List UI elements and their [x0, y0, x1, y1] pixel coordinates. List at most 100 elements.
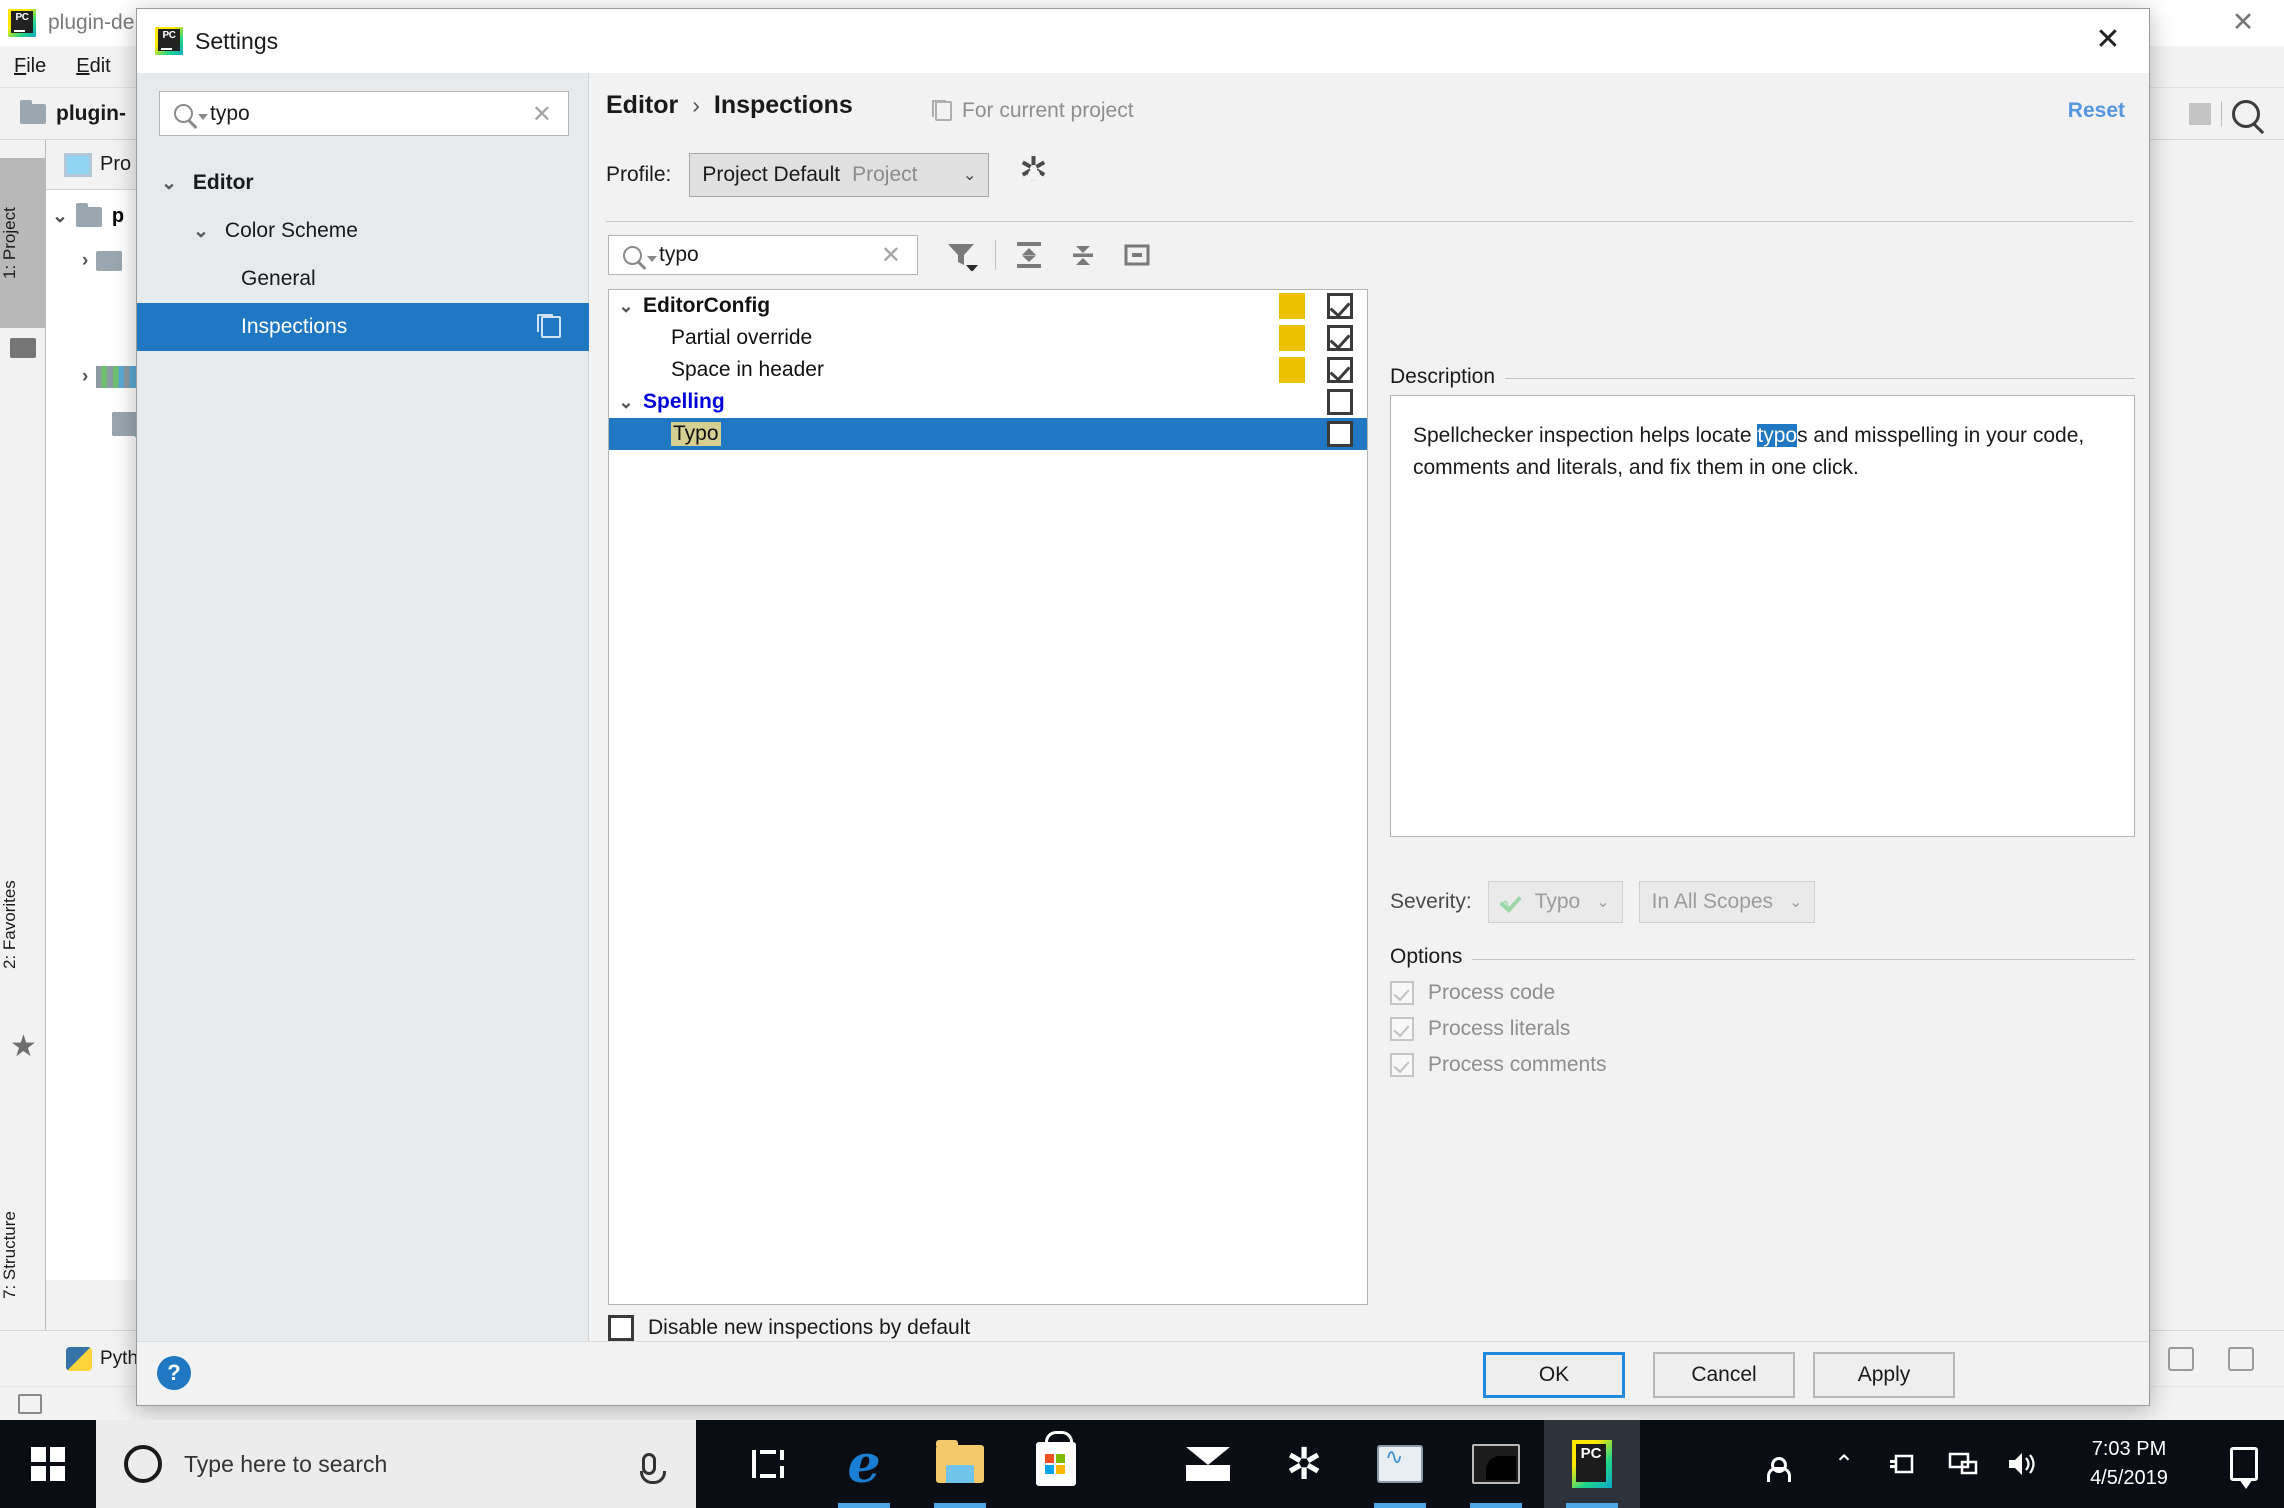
enable-checkbox[interactable]: [1327, 325, 1353, 351]
system-monitor-icon[interactable]: [1352, 1420, 1448, 1508]
chevron-down-icon[interactable]: ⌄: [963, 165, 976, 185]
enable-checkbox[interactable]: [1327, 357, 1353, 383]
enable-checkbox[interactable]: [1327, 293, 1353, 319]
profile-select-scope: Project: [852, 163, 918, 186]
search-dropdown-caret-icon[interactable]: [198, 114, 208, 120]
menu-edit[interactable]: Edit: [76, 55, 110, 78]
sidebar-item-structure[interactable]: 7: Structure: [0, 1160, 46, 1350]
ide-window-title: plugin-de: [48, 11, 135, 34]
close-icon[interactable]: ✕: [2081, 17, 2135, 63]
gear-icon[interactable]: [1019, 150, 1049, 190]
taskbar-search-input[interactable]: Type here to search: [96, 1420, 696, 1508]
mail-icon[interactable]: [1160, 1420, 1256, 1508]
settings-search-input[interactable]: typo ✕: [159, 91, 569, 136]
reset-to-empty-icon[interactable]: [1110, 233, 1164, 277]
search-everywhere-icon[interactable]: [2232, 100, 2260, 128]
microphone-icon[interactable]: [640, 1453, 666, 1484]
inspections-tree[interactable]: ⌄ EditorConfig Partial override Space in…: [608, 289, 1368, 1305]
sidebar-item-favorites[interactable]: 2: Favorites: [0, 830, 46, 1020]
statusbar-interpreter[interactable]: Pyth: [100, 1348, 138, 1370]
sidebar-item-label: Editor: [192, 171, 254, 194]
power-plug-icon[interactable]: [1874, 1420, 1934, 1508]
pycharm-icon[interactable]: [1544, 1420, 1640, 1508]
sidebar-item-color-scheme[interactable]: ⌄ Color Scheme: [137, 207, 589, 255]
filter-icon[interactable]: [935, 233, 989, 277]
action-center-icon[interactable]: [2204, 1420, 2284, 1508]
table-row[interactable]: ⌄ Spelling: [609, 386, 1367, 418]
layout-icon[interactable]: [2228, 1346, 2254, 1371]
apply-button[interactable]: Apply: [1813, 1352, 1955, 1398]
navbar-project-name[interactable]: plugin-: [56, 102, 126, 126]
table-row[interactable]: Space in header: [609, 354, 1367, 386]
project-tab-label[interactable]: Pro: [100, 153, 131, 176]
terminal-tab-icon[interactable]: [18, 1393, 42, 1414]
project-tree-root[interactable]: ⌄ p: [52, 202, 124, 228]
sidebar-item-editor[interactable]: ⌄ Editor: [137, 159, 589, 207]
for-current-project-badge: For current project: [932, 99, 1134, 123]
sidebar-item-project[interactable]: 1: Project: [0, 158, 46, 328]
sidebar-item-general[interactable]: General: [137, 255, 589, 303]
severity-select[interactable]: Typo ⌄: [1487, 881, 1623, 923]
collapse-all-icon[interactable]: [1056, 233, 1110, 277]
chevron-right-icon[interactable]: ›: [82, 366, 88, 388]
disable-new-inspections-row[interactable]: Disable new inspections by default: [608, 1315, 970, 1341]
task-view-icon[interactable]: [720, 1420, 816, 1508]
enable-checkbox[interactable]: [1327, 389, 1353, 415]
lock-icon[interactable]: [2168, 1346, 2194, 1371]
chevron-down-icon[interactable]: ⌄: [609, 392, 643, 413]
chevron-down-icon[interactable]: ⌄: [1596, 892, 1609, 912]
chevron-down-icon[interactable]: ⌄: [609, 296, 643, 317]
menu-file[interactable]: File: [14, 55, 46, 78]
enable-checkbox[interactable]: [1327, 421, 1353, 447]
scope-select[interactable]: In All Scopes ⌄: [1638, 881, 1816, 923]
network-icon[interactable]: [1934, 1420, 1994, 1508]
table-row[interactable]: Partial override: [609, 322, 1367, 354]
sidebar-item-inspections[interactable]: Inspections: [137, 303, 589, 351]
chevron-down-icon[interactable]: ⌄: [193, 220, 209, 243]
start-button[interactable]: [0, 1420, 96, 1508]
cancel-button[interactable]: Cancel: [1653, 1352, 1795, 1398]
pycharm-glyph: [1572, 1440, 1612, 1488]
show-hidden-icons-chevron-icon[interactable]: ⌃: [1814, 1420, 1874, 1508]
copy-icon[interactable]: [537, 314, 561, 338]
table-row[interactable]: Typo: [609, 418, 1367, 450]
terminal-icon[interactable]: [1448, 1420, 1544, 1508]
table-row[interactable]: ⌄ EditorConfig: [609, 290, 1367, 322]
folder-icon: [20, 99, 46, 124]
clock[interactable]: 7:03 PM 4/5/2019: [2054, 1435, 2204, 1493]
option-process-comments[interactable]: Process comments: [1390, 1053, 1607, 1077]
microsoft-store-icon[interactable]: [1008, 1420, 1104, 1508]
edge-icon[interactable]: e: [816, 1420, 912, 1508]
help-button[interactable]: ?: [157, 1356, 191, 1390]
search-dropdown-caret-icon[interactable]: [647, 255, 657, 262]
project-tree-child[interactable]: ›: [82, 250, 123, 272]
people-icon[interactable]: [1754, 1420, 1814, 1508]
reset-link[interactable]: Reset: [2068, 99, 2125, 123]
disable-new-inspections-checkbox[interactable]: [608, 1315, 634, 1341]
chevron-down-icon[interactable]: ⌄: [52, 205, 68, 228]
settings-icon[interactable]: ✲: [1256, 1420, 1352, 1508]
breadcrumb-parent[interactable]: Editor: [606, 91, 678, 120]
severity-swatch[interactable]: [1279, 293, 1305, 319]
option-checkbox[interactable]: [1390, 981, 1414, 1005]
chevron-down-icon[interactable]: ⌄: [1789, 892, 1802, 912]
option-checkbox[interactable]: [1390, 1053, 1414, 1077]
volume-icon[interactable]: [1994, 1420, 2054, 1508]
inspection-search-input[interactable]: typo ✕: [608, 235, 918, 275]
ide-close-icon[interactable]: ✕: [2220, 8, 2266, 38]
option-process-code[interactable]: Process code: [1390, 981, 1555, 1005]
stop-icon[interactable]: [2189, 103, 2211, 125]
expand-all-icon[interactable]: [1002, 233, 1056, 277]
clear-search-icon[interactable]: ✕: [532, 100, 552, 128]
chevron-down-icon[interactable]: ⌄: [161, 172, 177, 195]
clear-search-icon[interactable]: ✕: [881, 241, 901, 269]
severity-swatch[interactable]: [1279, 325, 1305, 351]
ok-button[interactable]: OK: [1483, 1352, 1625, 1398]
chevron-right-icon[interactable]: ›: [82, 250, 88, 272]
option-process-literals[interactable]: Process literals: [1390, 1017, 1570, 1041]
file-explorer-icon[interactable]: [912, 1420, 1008, 1508]
option-checkbox[interactable]: [1390, 1017, 1414, 1041]
option-label: Process literals: [1428, 1017, 1571, 1040]
profile-select[interactable]: Project Default Project ⌄: [689, 153, 990, 197]
severity-swatch[interactable]: [1279, 357, 1305, 383]
